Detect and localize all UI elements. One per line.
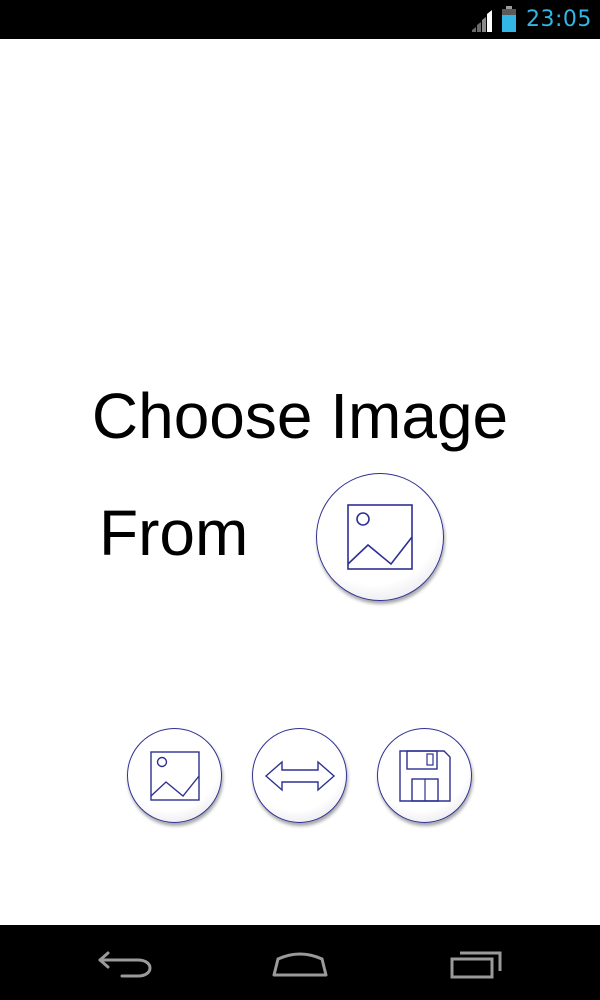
page-title: Choose Image: [91, 380, 509, 452]
app-screen: 23:05 Choose Image From: [0, 0, 600, 1000]
save-button[interactable]: [377, 728, 472, 823]
status-clock: 23:05: [526, 7, 592, 32]
image-icon: [149, 750, 200, 801]
choose-image-button[interactable]: [316, 473, 444, 601]
battery-icon: [502, 6, 516, 32]
back-icon[interactable]: [94, 941, 158, 983]
image-icon: [347, 504, 413, 570]
home-icon[interactable]: [268, 941, 332, 983]
navigation-bar: [0, 925, 600, 1000]
swap-button[interactable]: [252, 728, 347, 823]
floppy-disk-icon: [398, 749, 451, 802]
gallery-button[interactable]: [127, 728, 222, 823]
from-label: From: [99, 497, 249, 569]
recent-apps-icon[interactable]: [444, 941, 508, 983]
status-bar: 23:05: [0, 0, 600, 39]
double-arrow-icon: [264, 759, 335, 792]
signal-icon: [472, 10, 492, 32]
